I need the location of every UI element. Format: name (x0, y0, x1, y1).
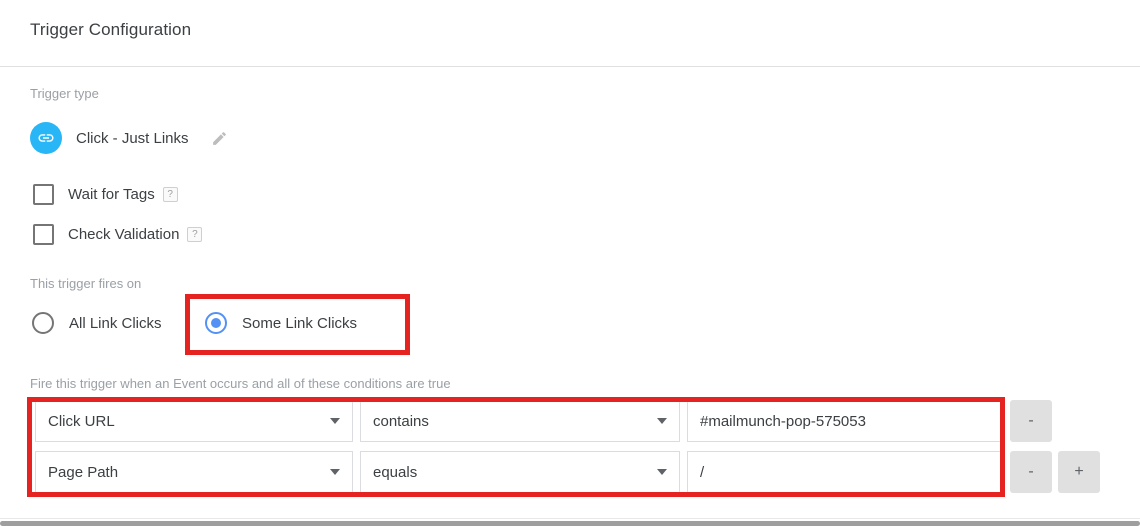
remove-condition-button[interactable]: - (1010, 451, 1052, 493)
radio-some-link-clicks[interactable]: Some Link Clicks (205, 309, 357, 337)
add-condition-button[interactable]: + (1058, 451, 1100, 493)
condition-variable-select[interactable]: Click URL (35, 400, 353, 442)
chevron-down-icon (330, 469, 340, 475)
radio-all-link-clicks-label: All Link Clicks (69, 314, 162, 332)
chevron-down-icon (657, 469, 667, 475)
conditions-label: Fire this trigger when an Event occurs a… (30, 376, 451, 391)
chevron-down-icon (330, 418, 340, 424)
chevron-down-icon (657, 418, 667, 424)
remove-condition-button[interactable]: - (1010, 400, 1052, 442)
check-validation-help-icon[interactable]: ? (187, 226, 203, 242)
fires-on-label: This trigger fires on (30, 276, 142, 291)
trigger-type-label: Trigger type (30, 86, 99, 101)
radio-all-link-clicks[interactable]: All Link Clicks (32, 309, 162, 337)
page-title: Trigger Configuration (30, 20, 192, 39)
condition-variable-select[interactable]: Page Path (35, 451, 353, 493)
radio-some-link-clicks-control[interactable] (205, 312, 227, 334)
condition-operator-value: equals (373, 463, 418, 481)
condition-variable-value: Click URL (48, 412, 115, 430)
trigger-configuration-panel: Trigger Configuration Trigger type Click… (0, 0, 1140, 526)
wait-for-tags-row[interactable]: Wait for Tags ? (33, 183, 178, 205)
pencil-icon[interactable] (211, 129, 229, 147)
wait-for-tags-help-icon[interactable]: ? (162, 186, 178, 202)
check-validation-row[interactable]: Check Validation ? (33, 223, 203, 245)
radio-all-link-clicks-control[interactable] (32, 312, 54, 334)
condition-operator-select[interactable]: equals (360, 451, 680, 493)
link-icon (30, 122, 62, 154)
radio-some-link-clicks-label: Some Link Clicks (242, 314, 358, 332)
horizontal-scrollbar[interactable] (0, 521, 1140, 526)
check-validation-label: Check Validation (68, 225, 180, 243)
trigger-type-name: Click - Just Links (76, 129, 189, 147)
check-validation-checkbox[interactable] (33, 223, 54, 245)
condition-operator-select[interactable]: contains (360, 400, 680, 442)
condition-operator-value: contains (373, 412, 429, 430)
wait-for-tags-label: Wait for Tags (68, 185, 155, 203)
wait-for-tags-checkbox[interactable] (33, 183, 54, 205)
condition-value-input[interactable]: #mailmunch-pop-575053 (687, 400, 1005, 442)
trigger-type-row: Click - Just Links (30, 120, 229, 156)
condition-variable-value: Page Path (48, 463, 119, 481)
bottom-divider (0, 518, 1140, 519)
condition-value-input[interactable]: / (687, 451, 1005, 493)
